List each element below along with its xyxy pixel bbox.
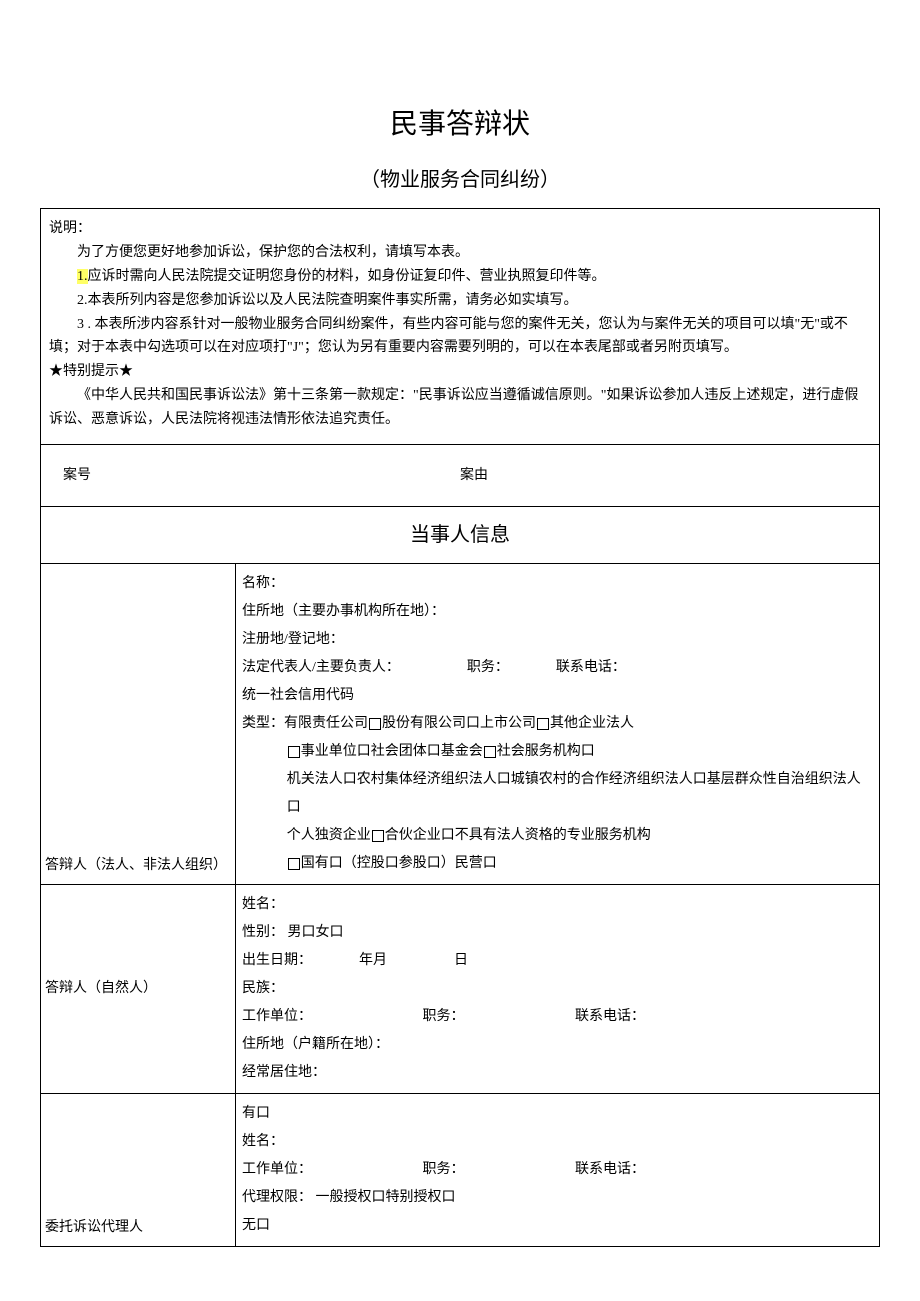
person-ethnicity-label: 民族： (242, 975, 873, 1003)
instructions-heading: 说明： (49, 217, 871, 241)
case-cause-label: 案由 (460, 463, 530, 488)
agent-has-opt[interactable]: 有口 (242, 1100, 873, 1128)
gender-female-opt[interactable]: 女口 (316, 925, 344, 940)
agent-auth-general-opt[interactable]: 一般授权口 (316, 1190, 386, 1205)
type-opt-16: 国有口（控股口参股口） (301, 856, 455, 871)
agent-auth-label: 代理权限： (242, 1190, 312, 1205)
agent-workplace-label: 工作单位： (242, 1162, 312, 1177)
tip-body: 《中华人民共和国民事诉讼法》第十三条第一款规定："民事诉讼应当遵循诚信原则。"如… (49, 384, 871, 432)
org-legal-rep-label: 法定代表人/主要负责人： (242, 660, 400, 675)
type-opt-2: 股份有限公司口 (382, 716, 480, 731)
type-opt-8: 社会服务机构口 (497, 744, 595, 759)
person-workplace-label: 工作单位： (242, 1009, 312, 1024)
agent-name-label: 姓名： (242, 1128, 873, 1156)
person-name-label: 姓名： (242, 891, 873, 919)
instruction-line-2: 1.应诉时需向人民法院提交证明您身份的材料，如身份证复印件、营业执照复印件等。 (49, 265, 871, 289)
case-cause-field[interactable] (530, 463, 857, 488)
type-opt-15: 不具有法人资格的专业服务机构 (455, 828, 651, 843)
respondent-org-row: 答辩人（法人、非法人组织） 名称： 住所地（主要办事机构所在地）： 注册地/登记… (41, 564, 879, 885)
instructions-block: 说明： 为了方便您更好地参加诉讼，保护您的合法权利，请填写本表。 1.应诉时需向… (41, 209, 879, 444)
form-container: 说明： 为了方便您更好地参加诉讼，保护您的合法权利，请填写本表。 1.应诉时需向… (40, 208, 880, 1246)
type-opt-13: 个人独资企业 (287, 828, 371, 843)
type-opt-1: 有限责任公司 (284, 716, 368, 731)
person-position-label: 职务： (423, 1009, 465, 1024)
org-residence-label: 住所地（主要办事机构所在地）： (242, 598, 873, 626)
case-info-row: 案号 案由 (41, 445, 879, 507)
type-opt-9: 机关法人口 (287, 772, 357, 787)
org-position-label: 职务： (467, 660, 509, 675)
agent-phone-label: 联系电话： (575, 1162, 645, 1177)
instruction-line-1: 为了方便您更好地参加诉讼，保护您的合法权利，请填写本表。 (49, 241, 871, 265)
agent-none-opt[interactable]: 无口 (242, 1212, 873, 1240)
org-phone-label: 联系电话： (556, 660, 626, 675)
agent-auth-special-opt[interactable]: 特别授权口 (386, 1190, 456, 1205)
org-registered-label: 注册地/登记地： (242, 626, 873, 654)
tip-header: ★特别提示★ (49, 360, 871, 384)
type-opt-10: 农村集体经济组织法人口 (357, 772, 511, 787)
type-opt-6: 社会团体口 (371, 744, 441, 759)
person-residence-label: 住所地（户籍所在地）： (242, 1031, 873, 1059)
type-opt-11: 城镇农村的合作经济组织法人口 (511, 772, 707, 787)
checkbox-icon[interactable] (288, 858, 300, 870)
checkbox-icon[interactable] (288, 746, 300, 758)
respondent-person-row: 答辩人（自然人） 姓名： 性别： 男口女口 出生日期： 年月 日 民族： 工作单… (41, 885, 879, 1094)
case-number-label: 案号 (63, 463, 133, 488)
dob-month-label: 月 (373, 953, 387, 968)
respondent-org-label: 答辩人（法人、非法人组织） (41, 564, 236, 884)
agent-position-label: 职务： (423, 1162, 465, 1177)
document-subtitle: （物业服务合同纠纷） (40, 162, 880, 198)
instruction-line-4-text: 3 . 本表所涉内容系针对一般物业服务合同纠纷案件，有些内容可能与您的案件无关，… (49, 317, 848, 356)
type-opt-4: 其他企业法人 (550, 716, 634, 731)
person-habitual-label: 经常居住地： (242, 1059, 873, 1087)
checkbox-icon[interactable] (369, 718, 381, 730)
person-phone-label: 联系电话： (575, 1009, 645, 1024)
instruction-line-4: 3 . 本表所涉内容系针对一般物业服务合同纠纷案件，有些内容可能与您的案件无关，… (49, 313, 871, 361)
instruction-line-3: 2.本表所列内容是您参加诉讼以及人民法院查明案件事实所需，请务必如实填写。 (49, 289, 871, 313)
org-name-label: 名称： (242, 570, 873, 598)
document-title: 民事答辩状 (40, 100, 880, 150)
case-number-field[interactable] (133, 463, 460, 488)
party-info-header: 当事人信息 (41, 507, 879, 564)
type-opt-14: 合伙企业口 (385, 828, 455, 843)
agent-row: 委托诉讼代理人 有口 姓名： 工作单位： 职务： 联系电话： 代理权限： 一般授… (41, 1094, 879, 1247)
type-opt-17: 民营口 (455, 856, 497, 871)
respondent-person-content: 姓名： 性别： 男口女口 出生日期： 年月 日 民族： 工作单位： 职务： 联系… (236, 885, 879, 1093)
type-opt-5: 事业单位口 (301, 744, 371, 759)
person-gender-label: 性别： (242, 925, 284, 940)
checkbox-icon[interactable] (484, 746, 496, 758)
respondent-person-label: 答辩人（自然人） (41, 885, 236, 1093)
gender-male-opt[interactable]: 男口 (288, 925, 316, 940)
type-opt-3: 上市公司 (480, 716, 536, 731)
dob-year-label: 年 (359, 953, 373, 968)
highlight-text: 1. (77, 269, 88, 284)
org-credit-code-label: 统一社会信用代码 (242, 682, 873, 710)
checkbox-icon[interactable] (372, 830, 384, 842)
agent-label: 委托诉讼代理人 (41, 1094, 236, 1246)
person-dob-label: 出生日期： (242, 953, 312, 968)
org-type-label: 类型： (242, 716, 284, 731)
checkbox-icon[interactable] (537, 718, 549, 730)
instruction-line-2-text: 应诉时需向人民法院提交证明您身份的材料，如身份证复印件、营业执照复印件等。 (88, 269, 606, 284)
agent-content: 有口 姓名： 工作单位： 职务： 联系电话： 代理权限： 一般授权口特别授权口 … (236, 1094, 879, 1246)
respondent-org-content: 名称： 住所地（主要办事机构所在地）： 注册地/登记地： 法定代表人/主要负责人… (236, 564, 879, 884)
dob-day-label: 日 (454, 953, 468, 968)
type-opt-7: 基金会 (441, 744, 483, 759)
